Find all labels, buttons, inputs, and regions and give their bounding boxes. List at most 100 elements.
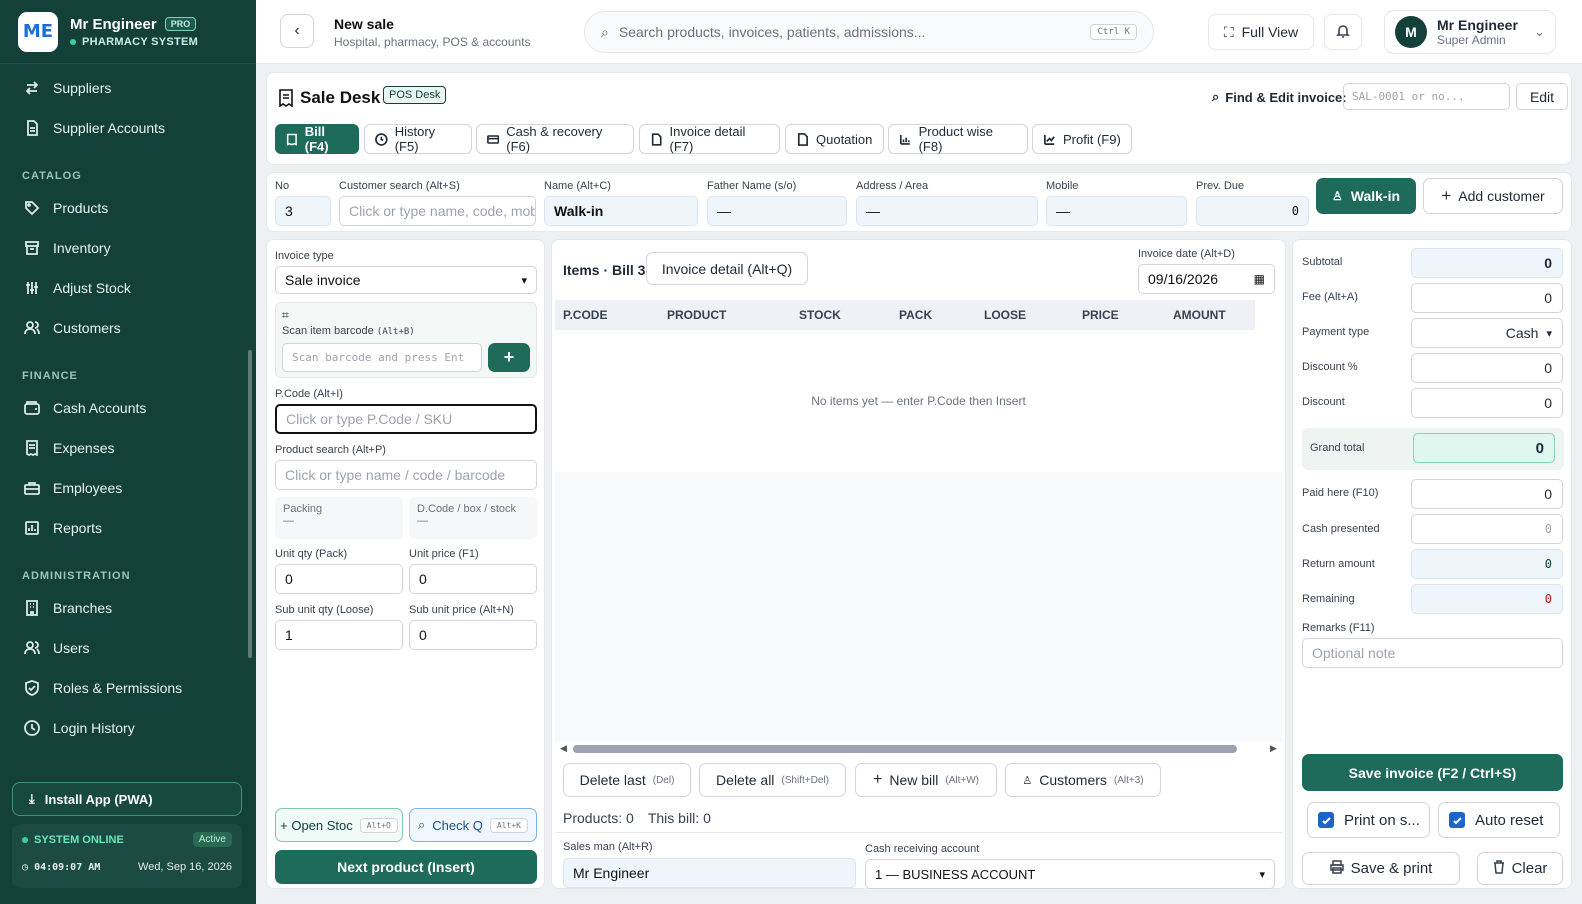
tab-history[interactable]: History (F5) — [364, 124, 472, 154]
sidebar-item-expenses[interactable]: Expenses — [0, 428, 247, 468]
checkbox-checked-icon[interactable] — [1318, 812, 1334, 828]
app-logo[interactable]: ME — [18, 11, 58, 52]
chevron-down-icon: ⌄ — [1534, 24, 1545, 39]
tab-cash-recovery[interactable]: Cash & recovery (F6) — [476, 124, 634, 154]
tab-profit[interactable]: Profit (F9) — [1032, 124, 1132, 154]
receipt-icon — [286, 133, 297, 146]
global-search-input[interactable]: ⌕ Search products, invoices, patients, ad… — [584, 11, 1154, 53]
next-product-button[interactable]: Next product (Insert) — [275, 850, 537, 884]
unit-price-input[interactable]: 0 — [409, 564, 537, 594]
scroll-left-icon[interactable]: ◀ — [560, 743, 567, 754]
chevron-down-icon: ▾ — [1259, 868, 1265, 881]
chevron-down-icon: ▾ — [1546, 327, 1552, 340]
bell-icon — [1335, 23, 1351, 42]
customers-button[interactable]: ♙ Customers (Alt+3) — [1005, 763, 1161, 797]
tab-quotation[interactable]: Quotation — [785, 124, 884, 154]
notifications-button[interactable] — [1324, 14, 1362, 50]
unit-qty-input[interactable]: 0 — [275, 564, 403, 594]
discount-percent-input[interactable]: 0 — [1411, 353, 1563, 383]
invoice-detail-button[interactable]: Invoice detail (Alt+Q) — [646, 252, 808, 285]
sidebar-scroll-thumb[interactable] — [248, 350, 252, 658]
sidebar-item-branches[interactable]: Branches — [0, 588, 247, 628]
bill-no-field[interactable]: 3 — [275, 196, 331, 226]
find-invoice-input[interactable]: SAL-0001 or no... — [1343, 83, 1510, 110]
mobile-field[interactable]: — — [1046, 196, 1187, 226]
customer-name-field[interactable]: Walk-in — [544, 196, 698, 226]
sidebar-item-supplier-accounts[interactable]: Supplier Accounts — [0, 108, 247, 148]
back-button[interactable]: ‹ — [280, 14, 314, 48]
download-icon: ⤓ — [29, 791, 35, 806]
tab-invoice-detail[interactable]: Invoice detail (F7) — [639, 124, 780, 154]
sidebar-item-inventory[interactable]: Inventory — [0, 228, 247, 268]
remarks-label: Remarks (F11) — [1302, 622, 1375, 634]
fee-input[interactable]: 0 — [1411, 283, 1563, 313]
section-catalog: CATALOG — [22, 170, 82, 182]
install-app-button[interactable]: ⤓ Install App (PWA) — [12, 782, 242, 816]
delete-last-button[interactable]: Delete last (Del) — [563, 763, 691, 797]
barcode-input[interactable]: Scan barcode and press Ent — [282, 343, 482, 372]
sidebar-item-login-history[interactable]: Login History — [0, 708, 247, 748]
scan-barcode-label: Scan item barcode — [282, 325, 374, 337]
auto-reset-toggle[interactable]: Auto reset — [1438, 802, 1560, 838]
new-bill-button[interactable]: + New bill (Alt+W) — [855, 763, 997, 797]
sidebar-item-suppliers[interactable]: Suppliers — [0, 68, 247, 108]
discount-input[interactable]: 0 — [1411, 388, 1563, 418]
invoice-date-input[interactable]: 09/16/2026 ▦ — [1138, 264, 1275, 294]
remarks-input[interactable]: Optional note — [1302, 638, 1563, 668]
sidebar-item-reports[interactable]: Reports — [0, 508, 247, 548]
add-barcode-button[interactable]: + — [488, 343, 530, 372]
sidebar-scrollbar[interactable] — [247, 68, 253, 766]
sidebar-item-adjust-stock[interactable]: Adjust Stock — [0, 268, 247, 308]
this-bill-count: This bill: 0 — [647, 810, 711, 826]
pcode-input[interactable]: Click or type P.Code / SKU — [275, 404, 537, 434]
customer-search-input[interactable]: Click or type name, code, mob — [339, 196, 536, 226]
tab-bill[interactable]: Bill (F4) — [275, 124, 359, 154]
customer-search-label: Customer search (Alt+S) — [339, 180, 460, 192]
search-icon: ⌕ — [601, 23, 609, 40]
salesman-field[interactable]: Mr Engineer — [563, 858, 856, 888]
cash-account-select[interactable]: 1 — BUSINESS ACCOUNT ▾ — [865, 859, 1275, 889]
tab-product-wise[interactable]: Product wise (F8) — [888, 124, 1028, 154]
address-field[interactable]: — — [856, 196, 1038, 226]
print-on-save-toggle[interactable]: Print on s... — [1307, 802, 1430, 838]
sidebar-item-roles-permissions[interactable]: Roles & Permissions — [0, 668, 247, 708]
save-print-button[interactable]: Save & print — [1302, 852, 1460, 885]
walk-in-button[interactable]: ♙ Walk-in — [1316, 178, 1416, 214]
clock-date: Wed, Sep 16, 2026 — [138, 861, 232, 873]
scroll-right-icon[interactable]: ▶ — [1270, 743, 1277, 754]
add-customer-button[interactable]: + Add customer — [1423, 178, 1563, 214]
user-menu[interactable]: M Mr Engineer Super Admin ⌄ — [1384, 10, 1556, 54]
payment-type-select[interactable]: Cash ▾ — [1411, 318, 1563, 348]
scan-shortcut: (Alt+B) — [376, 327, 415, 337]
full-view-button[interactable]: ⛶ Full View — [1208, 14, 1314, 50]
sub-unit-price-input[interactable]: 0 — [409, 620, 537, 650]
cash-presented-label: Cash presented — [1302, 523, 1380, 535]
user-name: Mr Engineer — [1437, 17, 1518, 33]
father-name-field[interactable]: — — [707, 196, 847, 226]
sidebar-item-users[interactable]: Users — [0, 628, 247, 668]
sub-unit-qty-input[interactable]: 1 — [275, 620, 403, 650]
sidebar-item-customers[interactable]: Customers — [0, 308, 247, 348]
open-stock-button[interactable]: + Open Stoc Alt+O — [275, 808, 403, 842]
sidebar-item-cash-accounts[interactable]: Cash Accounts — [0, 388, 247, 428]
cash-presented-input[interactable]: 0 — [1411, 514, 1563, 544]
paid-here-input[interactable]: 0 — [1411, 479, 1563, 509]
sidebar-item-products[interactable]: Products — [0, 188, 247, 228]
clock-icon — [375, 132, 388, 146]
items-hscrollbar[interactable] — [573, 745, 1237, 753]
products-count: Products: 0 — [563, 810, 634, 826]
user-role: Super Admin — [1437, 33, 1506, 47]
sidebar-item-employees[interactable]: Employees — [0, 468, 247, 508]
delete-all-button[interactable]: Delete all (Shift+Del) — [699, 763, 846, 797]
invoice-type-select[interactable]: Sale invoice ▾ — [275, 266, 537, 294]
prev-due-field: 0 — [1196, 196, 1309, 226]
product-search-input[interactable]: Click or type name / code / barcode — [275, 460, 537, 490]
user-icon: ♙ — [1331, 189, 1343, 203]
edit-invoice-button[interactable]: Edit — [1516, 83, 1568, 110]
payment-type-label: Payment type — [1302, 326, 1370, 338]
check-qty-button[interactable]: ⌕ Check Q Alt+K — [409, 808, 537, 842]
clear-button[interactable]: Clear — [1477, 852, 1563, 885]
save-invoice-button[interactable]: Save invoice (F2 / Ctrl+S) — [1302, 754, 1563, 791]
fee-label: Fee (Alt+A) — [1302, 291, 1358, 303]
checkbox-checked-icon[interactable] — [1449, 812, 1465, 828]
